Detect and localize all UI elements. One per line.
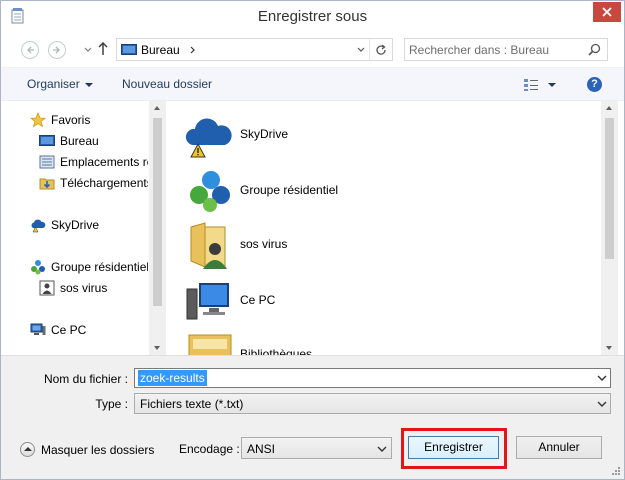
downloads-icon — [39, 178, 55, 190]
file-type-label: Type : — [95, 397, 128, 411]
libraries-icon — [188, 334, 232, 355]
chevron-down-icon — [597, 401, 607, 407]
nav-item-this-pc[interactable]: Ce PC — [30, 321, 148, 339]
nav-item-label: Téléchargements — [60, 176, 148, 190]
navigation-pane[interactable]: Favoris Bureau Emplacements ré Télécharg… — [1, 101, 166, 355]
chevron-down-icon — [84, 82, 93, 87]
list-item-label: Groupe résidentiel — [240, 183, 339, 197]
collapse-up-icon — [20, 442, 35, 457]
command-toolbar: Organiser Nouveau dossier ? — [1, 67, 624, 101]
help-icon[interactable]: ? — [587, 77, 602, 92]
skydrive-icon — [185, 118, 232, 158]
nav-item-bureau[interactable]: Bureau — [39, 132, 148, 150]
encoding-value: ANSI — [247, 442, 276, 456]
nav-item-label: sos virus — [60, 281, 108, 295]
title-bar[interactable]: Enregistrer sous — [1, 1, 624, 33]
star-icon — [30, 112, 46, 128]
nav-item-label: Emplacements ré — [60, 155, 148, 169]
scrollbar-thumb[interactable] — [605, 118, 614, 259]
homegroup-icon — [190, 171, 230, 212]
nav-item-skydrive[interactable]: SkyDrive — [30, 216, 148, 234]
file-list[interactable]: SkyDrive Groupe résidentiel sos virus Ce… — [167, 101, 601, 355]
save-as-dialog: Enregistrer sous Bureau Rechercher dans … — [0, 0, 625, 480]
list-item-skydrive[interactable]: SkyDrive — [185, 111, 485, 158]
list-item-sos-virus[interactable]: sos virus — [185, 221, 485, 269]
user-icon — [39, 280, 55, 296]
nav-item-downloads[interactable]: Téléchargements — [39, 174, 148, 192]
nav-item-label: Favoris — [51, 113, 91, 127]
save-form: Nom du fichier : zoek-results Type : Fic… — [1, 355, 624, 421]
scroll-up-arrow-icon[interactable] — [606, 106, 612, 110]
computer-icon — [30, 323, 46, 335]
back-button[interactable] — [21, 41, 39, 59]
file-type-value: Fichiers texte (*.txt) — [140, 397, 244, 411]
list-item-label: Ce PC — [240, 293, 276, 307]
up-arrow-icon[interactable] — [97, 42, 109, 56]
nav-item-favorites[interactable]: Favoris — [30, 111, 148, 129]
view-options-icon[interactable] — [523, 78, 539, 92]
navigation-pane-scrollbar[interactable] — [149, 101, 166, 355]
encoding-select[interactable]: ANSI — [241, 437, 392, 459]
navigation-bar: Bureau — [1, 33, 624, 67]
search-input[interactable] — [409, 42, 579, 57]
file-type-select[interactable]: Fichiers texte (*.txt) — [134, 393, 611, 414]
refresh-button[interactable] — [369, 39, 392, 60]
encoding-label: Encodage : — [179, 442, 240, 456]
chevron-down-icon[interactable] — [597, 373, 607, 383]
list-item-this-pc[interactable]: Ce PC — [185, 277, 485, 321]
file-list-scrollbar[interactable] — [601, 101, 618, 355]
close-icon — [602, 7, 612, 17]
chevron-down-icon — [357, 47, 365, 52]
window-title: Enregistrer sous — [257, 8, 368, 25]
scroll-down-arrow-icon[interactable] — [606, 346, 612, 350]
search-icon[interactable] — [588, 43, 601, 56]
breadcrumb-bureau[interactable]: Bureau — [141, 43, 180, 57]
cancel-button[interactable]: Annuler — [516, 436, 602, 459]
list-item-homegroup[interactable]: Groupe résidentiel — [185, 167, 485, 212]
chevron-right-icon[interactable] — [190, 46, 196, 54]
nav-item-sos-virus[interactable]: sos virus — [39, 279, 148, 297]
user-folder-icon — [190, 222, 227, 269]
list-item-label: Bibliothèques — [240, 347, 313, 355]
recent-locations-dropdown[interactable] — [84, 46, 92, 54]
nav-item-label: SkyDrive — [51, 218, 100, 232]
organize-button[interactable]: Organiser — [27, 77, 93, 91]
save-button[interactable]: Enregistrer — [408, 436, 499, 459]
forward-arrow-icon — [53, 46, 60, 54]
nav-item-recent-places[interactable]: Emplacements ré — [39, 153, 148, 171]
resize-grip-icon[interactable] — [610, 465, 620, 475]
filename-value[interactable]: zoek-results — [138, 370, 207, 386]
nav-item-label: Bureau — [60, 134, 99, 148]
scroll-down-arrow-icon[interactable] — [154, 346, 160, 350]
forward-button[interactable] — [48, 41, 66, 59]
back-arrow-icon — [27, 46, 34, 54]
organize-label: Organiser — [27, 77, 80, 91]
nav-item-label: Groupe résidentiel — [51, 260, 148, 274]
hide-folders-label: Masquer les dossiers — [41, 443, 155, 457]
view-dropdown-button[interactable] — [548, 83, 556, 87]
filename-field[interactable]: zoek-results — [134, 368, 611, 388]
search-box[interactable] — [404, 38, 608, 61]
filename-label: Nom du fichier : — [43, 372, 128, 386]
scrollbar-thumb[interactable] — [153, 118, 162, 306]
scroll-up-arrow-icon[interactable] — [154, 106, 160, 110]
computer-icon — [186, 283, 229, 320]
nav-item-homegroup[interactable]: Groupe résidentiel — [30, 258, 148, 276]
list-item-label: sos virus — [240, 237, 288, 251]
homegroup-icon — [31, 260, 45, 275]
refresh-icon — [376, 43, 386, 55]
desktop-icon — [39, 135, 55, 146]
dialog-footer: Masquer les dossiers Encodage : ANSI Enr… — [1, 421, 624, 479]
desktop-icon — [121, 44, 137, 55]
address-dropdown-button[interactable] — [352, 39, 369, 60]
list-item-libraries[interactable]: Bibliothèques — [185, 331, 485, 355]
close-button[interactable] — [593, 2, 621, 22]
list-item-label: SkyDrive — [240, 127, 289, 141]
recent-places-icon — [39, 155, 55, 169]
nav-item-label: Ce PC — [51, 323, 87, 337]
address-bar[interactable]: Bureau — [116, 38, 393, 61]
chevron-down-icon — [377, 446, 387, 452]
new-folder-button[interactable]: Nouveau dossier — [122, 77, 212, 91]
skydrive-icon — [31, 219, 46, 233]
